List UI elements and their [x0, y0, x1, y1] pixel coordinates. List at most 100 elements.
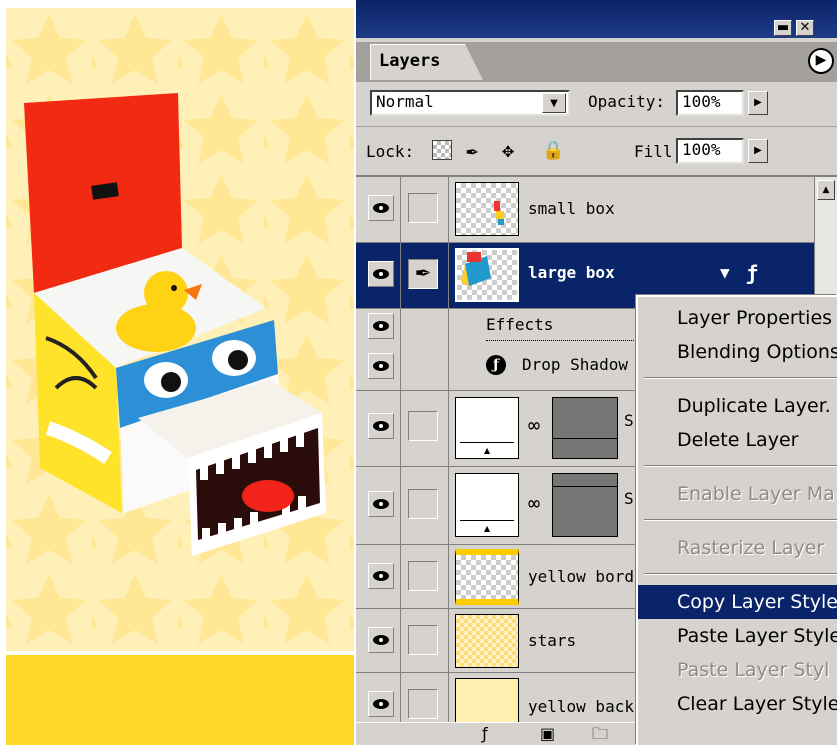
close-icon: ✕ [799, 20, 811, 35]
eye-icon [373, 421, 389, 431]
visibility-toggle[interactable] [368, 261, 394, 287]
add-mask-icon[interactable]: ▣ [540, 725, 555, 743]
slider-arrow-icon: ▶ [754, 145, 762, 156]
menu-separator [644, 465, 837, 467]
palette-title-bar[interactable]: ▬ ✕ [356, 0, 837, 38]
tab-layers[interactable]: Layers [370, 44, 466, 80]
lock-position-move-icon[interactable]: ✥ [502, 138, 514, 162]
divider [448, 609, 449, 672]
lock-all-lock-icon[interactable]: 🔒 [542, 140, 564, 161]
slider-arrow-icon: ▶ [754, 97, 762, 108]
scroll-up-button[interactable]: ▲ [817, 180, 835, 200]
close-button[interactable]: ✕ [796, 20, 814, 36]
divider [400, 177, 401, 242]
lock-transparency-checker-icon[interactable] [432, 140, 452, 160]
lock-pixels-brush-icon[interactable]: ✒ [466, 138, 478, 162]
link-icon: ∞ [528, 413, 541, 437]
minimize-button[interactable]: ▬ [774, 20, 792, 36]
layer-thumbnail [455, 248, 519, 302]
divider [400, 545, 401, 608]
eye-icon [373, 635, 389, 645]
palette-menu-button[interactable]: ▶ [808, 48, 834, 74]
divider [448, 391, 449, 466]
layer-name: stars [528, 631, 577, 650]
blend-mode-value: Normal [376, 92, 434, 111]
layer-row-small-box[interactable]: small box [356, 177, 814, 243]
link-toggle[interactable] [408, 561, 438, 591]
menu-separator [644, 573, 837, 575]
visibility-toggle[interactable] [368, 195, 394, 221]
eye-icon [373, 499, 389, 509]
menu-item-layer-properties[interactable]: Layer Properties [638, 301, 837, 335]
lock-label: Lock: [366, 142, 415, 161]
visibility-toggle[interactable] [368, 563, 394, 589]
eye-icon [373, 269, 389, 279]
eye-icon [373, 571, 389, 581]
visibility-toggle[interactable] [368, 627, 394, 653]
opacity-value: 100% [682, 92, 721, 111]
fx-icon: ƒ [486, 355, 506, 375]
mask-thumbnail [552, 397, 618, 459]
menu-item-rasterize-layer[interactable]: Rasterize Layer [638, 531, 837, 565]
menu-item-blending-options[interactable]: Blending Options [638, 335, 837, 369]
visibility-toggle[interactable] [368, 413, 394, 439]
opacity-input[interactable]: 100% [676, 90, 744, 116]
link-icon: ∞ [528, 491, 541, 515]
menu-item-clear-layer-style[interactable]: Clear Layer Style [638, 687, 837, 721]
divider [448, 343, 449, 390]
divider [448, 545, 449, 608]
divider [400, 609, 401, 672]
fill-slider-button[interactable]: ▶ [748, 139, 768, 163]
divider [356, 126, 837, 127]
layer-name: yellow borde [528, 567, 644, 586]
add-style-fx-icon[interactable]: ƒ [482, 725, 488, 743]
divider [400, 343, 401, 390]
layer-name: S [624, 411, 634, 430]
document-canvas[interactable] [0, 0, 356, 745]
menu-item-paste-layer-style[interactable]: Paste Layer Style [638, 619, 837, 653]
layer-name: small box [528, 199, 615, 218]
menu-item-duplicate-layer[interactable]: Duplicate Layer. [638, 389, 837, 423]
divider [486, 340, 646, 341]
blend-mode-select[interactable]: Normal [370, 90, 570, 116]
divider [400, 467, 401, 544]
eye-icon [373, 203, 389, 213]
visibility-toggle[interactable] [368, 691, 394, 717]
link-toggle[interactable] [408, 489, 438, 519]
blend-mode-dropdown-button[interactable]: ▼ [542, 93, 566, 113]
menu-item-paste-layer-style-linked[interactable]: Paste Layer Styl [638, 653, 837, 687]
eye-icon [373, 699, 389, 709]
layer-thumbnail [455, 549, 519, 605]
brush-icon[interactable]: ✒ [408, 259, 438, 289]
menu-item-copy-layer-style[interactable]: Copy Layer Style [638, 585, 837, 619]
fx-icon: ƒ [746, 261, 759, 285]
link-toggle[interactable] [408, 625, 438, 655]
divider [448, 673, 449, 725]
menu-item-enable-layer-mask[interactable]: Enable Layer Ma [638, 477, 837, 511]
tab-layers-label: Layers [379, 51, 441, 71]
visibility-toggle[interactable] [368, 491, 394, 517]
new-group-folder-icon[interactable]: 🗀 [592, 725, 608, 743]
link-toggle[interactable] [408, 193, 438, 223]
fill-value: 100% [682, 140, 721, 159]
link-toggle[interactable] [408, 411, 438, 441]
layer-context-menu: Layer Properties Blending Options Duplic… [636, 295, 837, 745]
divider [400, 309, 401, 343]
divider [448, 467, 449, 544]
layer-name: yellow backc [528, 697, 644, 716]
divider [448, 243, 449, 308]
divider [448, 177, 449, 242]
menu-arrow-icon: ▶ [815, 52, 827, 68]
divider [448, 309, 449, 343]
opacity-label: Opacity: [588, 92, 666, 111]
link-toggle[interactable] [408, 689, 438, 719]
menu-item-delete-layer[interactable]: Delete Layer [638, 423, 837, 457]
effects-expand-icon[interactable]: ▼ [720, 263, 730, 282]
opacity-slider-button[interactable]: ▶ [748, 91, 768, 115]
fill-input[interactable]: 100% [676, 138, 744, 164]
eye-icon [373, 321, 389, 331]
visibility-toggle[interactable] [368, 313, 394, 339]
visibility-toggle[interactable] [368, 353, 394, 379]
layer-thumbnail [455, 182, 519, 236]
drop-shadow-label: Drop Shadow [522, 355, 628, 374]
